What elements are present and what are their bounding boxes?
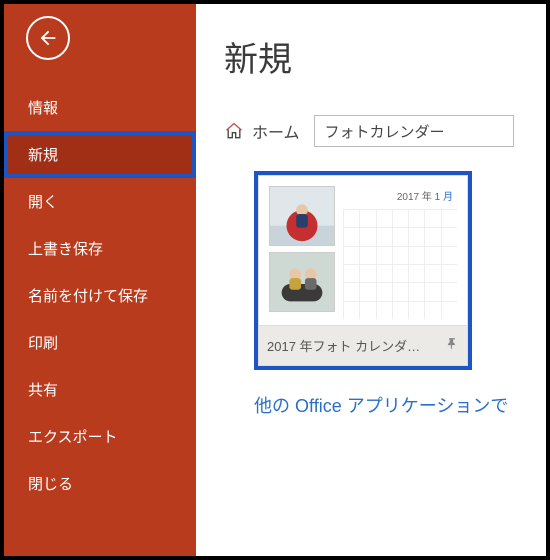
sidebar-item-label: 印刷	[28, 335, 58, 352]
sidebar-item-label: 閉じる	[28, 476, 73, 493]
preview-photo-2	[269, 252, 335, 312]
sidebar-item-print[interactable]: 印刷	[4, 319, 196, 366]
home-icon[interactable]	[224, 121, 244, 141]
sidebar-item-label: 上書き保存	[28, 241, 103, 258]
pin-icon[interactable]	[445, 337, 459, 354]
link-text-suffix: アプリケーションで	[342, 396, 509, 416]
calendar-grid	[343, 209, 457, 319]
sidebar-item-label: エクスポート	[28, 429, 118, 446]
template-tile-photo-calendar[interactable]: 2017 年 1 月 2017 年フ	[254, 171, 472, 370]
preview-photo-column	[269, 186, 335, 319]
preview-photo-1	[269, 186, 335, 246]
other-office-apps-link[interactable]: 他の Office アプリケーションで	[254, 392, 546, 418]
search-row: ホーム	[224, 115, 546, 147]
home-label[interactable]: ホーム	[252, 119, 300, 143]
template-search-input[interactable]	[314, 115, 514, 147]
sidebar-item-share[interactable]: 共有	[4, 366, 196, 413]
backstage-sidebar: 情報 新規 開く 上書き保存 名前を付けて保存 印刷 共有 エクスポート 閉じる	[4, 4, 196, 556]
link-text-prefix: 他の	[254, 396, 295, 416]
sidebar-item-label: 名前を付けて保存	[28, 288, 148, 305]
template-results: 2017 年 1 月 2017 年フ	[254, 171, 546, 418]
sidebar-item-save[interactable]: 上書き保存	[4, 225, 196, 272]
link-text-office: Office	[295, 396, 342, 416]
template-tile-footer: 2017 年フォト カレンダ…	[258, 325, 468, 366]
sidebar-item-label: 情報	[28, 100, 58, 117]
sidebar-item-open[interactable]: 開く	[4, 178, 196, 225]
sidebar-item-export[interactable]: エクスポート	[4, 413, 196, 460]
page-title: 新規	[224, 32, 546, 81]
backstage-window: 情報 新規 開く 上書き保存 名前を付けて保存 印刷 共有 エクスポート 閉じる…	[0, 0, 550, 560]
sidebar-item-close[interactable]: 閉じる	[4, 460, 196, 507]
template-preview: 2017 年 1 月	[258, 175, 468, 325]
main-panel: 新規 ホーム	[196, 4, 546, 556]
sidebar-item-new[interactable]: 新規	[4, 131, 196, 178]
back-button[interactable]	[26, 16, 70, 60]
sidebar-item-label: 開く	[28, 194, 58, 211]
calendar-month: 1 月	[435, 192, 453, 203]
preview-calendar: 2017 年 1 月	[343, 186, 457, 319]
template-title: 2017 年フォト カレンダ…	[267, 336, 420, 355]
sidebar-item-label: 共有	[28, 382, 58, 399]
arrow-left-icon	[37, 27, 59, 49]
calendar-header: 2017 年 1 月	[343, 186, 457, 209]
sidebar-item-label: 新規	[28, 147, 58, 164]
calendar-year: 2017 年	[397, 192, 432, 203]
sidebar-item-save-as[interactable]: 名前を付けて保存	[4, 272, 196, 319]
sidebar-item-info[interactable]: 情報	[4, 84, 196, 131]
